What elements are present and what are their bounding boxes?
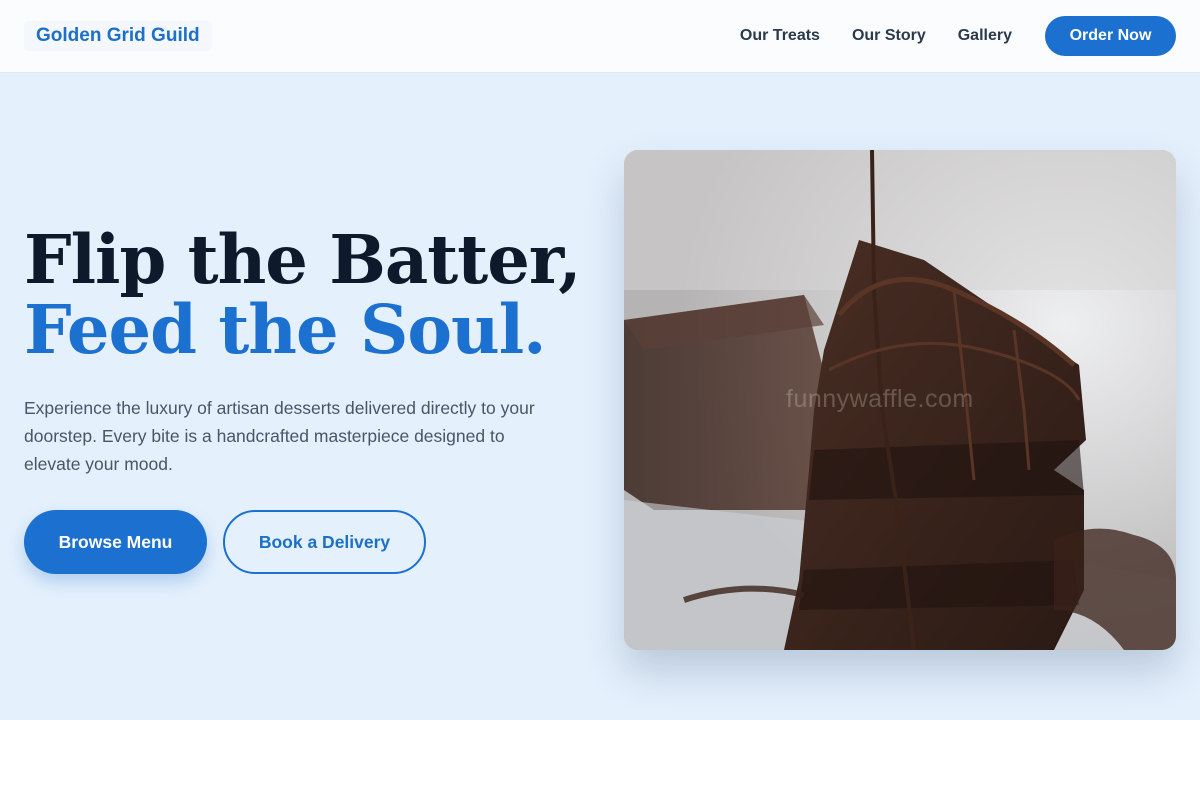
top-navbar: Golden Grid Guild Our Treats Our Story G… xyxy=(0,0,1200,73)
main-nav: Our Treats Our Story Gallery Order Now xyxy=(708,16,1176,56)
headline-line-1: Flip the Batter, xyxy=(24,220,582,299)
image-watermark: funnywaffle.com xyxy=(786,385,974,413)
nav-link-gallery[interactable]: Gallery xyxy=(958,27,1012,45)
hero-section: Flip the Batter, Feed the Soul. Experien… xyxy=(0,73,1200,720)
book-delivery-button[interactable]: Book a Delivery xyxy=(223,510,426,574)
brand-logo[interactable]: Golden Grid Guild xyxy=(24,21,212,51)
headline-line-2: Feed the Soul. xyxy=(24,290,547,369)
hero-brownie-image: funnywaffle.com xyxy=(624,150,1176,650)
nav-link-our-treats[interactable]: Our Treats xyxy=(740,27,820,45)
nav-link-our-story[interactable]: Our Story xyxy=(852,27,926,45)
browse-menu-button[interactable]: Browse Menu xyxy=(24,510,207,574)
hero-headline: Flip the Batter, Feed the Soul. xyxy=(24,225,584,365)
order-now-button[interactable]: Order Now xyxy=(1045,16,1176,56)
hero-description: Experience the luxury of artisan dessert… xyxy=(24,398,535,474)
